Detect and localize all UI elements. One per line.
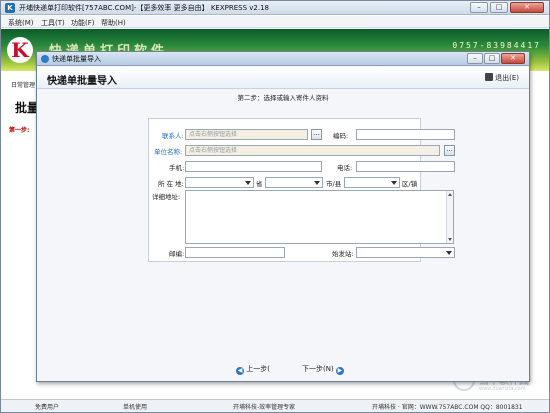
contact-picker-button[interactable]: … <box>311 129 322 140</box>
menu-function[interactable]: 功能(F) <box>71 18 95 28</box>
step-label: 第二步：选择或输入寄件人资料 <box>237 94 329 102</box>
origin-select[interactable] <box>356 247 455 258</box>
close-icon: ✕ <box>524 3 530 11</box>
mobile-input[interactable] <box>185 161 322 172</box>
minimize-button[interactable]: – <box>470 2 488 13</box>
contact-label: 联系人: <box>162 132 184 140</box>
ellipsis-icon: … <box>313 129 320 137</box>
dialog-minimize-button[interactable]: – <box>467 53 483 64</box>
bg-tab-daily[interactable]: 日常管理 <box>11 80 35 89</box>
postcode-label: 邮编: <box>169 250 185 258</box>
status-user: 免费用户 <box>35 404 60 411</box>
ellipsis-icon: … <box>446 145 453 153</box>
code-label: 编码: <box>333 132 349 140</box>
close-icon: ✕ <box>510 54 516 62</box>
exit-button[interactable]: 退出(E) <box>485 73 519 83</box>
dropdown-arrow-icon <box>391 181 397 185</box>
phone-label: 电话: <box>337 164 353 172</box>
bg-step-one: 第一步: <box>9 127 30 134</box>
arrow-left-icon: ◀ <box>236 367 244 375</box>
dialog-titlebar: 快递单批量导入 – □ ✕ <box>37 52 529 66</box>
dropdown-arrow-icon <box>245 181 251 185</box>
dialog-close-button[interactable]: ✕ <box>501 53 525 64</box>
district-unit: 区/镇 <box>402 180 418 188</box>
code-input[interactable] <box>356 129 455 140</box>
dialog-title: 快递单批量导入 <box>52 55 101 63</box>
scroll-down-icon[interactable] <box>448 238 452 241</box>
city-select[interactable] <box>265 177 323 188</box>
scroll-up-icon[interactable] <box>448 193 452 196</box>
dialog-heading: 快递单批量导入 <box>47 76 117 87</box>
exit-icon <box>485 73 494 81</box>
maximize-button[interactable]: □ <box>490 2 508 13</box>
address-textarea[interactable] <box>185 190 454 244</box>
prev-label: 上一步( <box>246 365 270 373</box>
status-tagline: 开埔科技-效率管理专家 <box>233 404 296 411</box>
menu-bar: 系统(M) 工具(T) 功能(F) 帮助(H) <box>1 16 549 28</box>
location-label: 所 在 地: <box>158 180 184 188</box>
watermark-sub: www.downxia.com <box>479 386 526 392</box>
close-button[interactable]: ✕ <box>510 2 544 13</box>
menu-help[interactable]: 帮助(H) <box>101 18 126 28</box>
next-button[interactable]: 下一步(N) ▶ <box>302 364 344 375</box>
menu-tools[interactable]: 工具(T) <box>41 18 65 28</box>
dialog-header: 快递单批量导入 退出(E) <box>37 67 529 89</box>
logo: K <box>7 37 33 63</box>
mobile-label: 手机: <box>169 164 185 172</box>
exit-label: 退出(E) <box>495 74 519 82</box>
contact-input[interactable]: 点击右侧按钮选择 <box>185 129 308 140</box>
province-select[interactable] <box>185 177 254 188</box>
company-input[interactable]: 点击右侧按钮选择 <box>185 145 440 156</box>
dialog-maximize-button[interactable]: □ <box>484 53 500 64</box>
maximize-icon: □ <box>488 54 496 62</box>
address-label: 详细地址: <box>152 193 181 201</box>
sender-form: 联系人: 点击右侧按钮选择 … 编码: 单位名称: 点击右侧按钮选择 … 手机:… <box>148 118 455 262</box>
arrow-right-icon: ▶ <box>335 367 344 375</box>
status-mode: 单机使用 <box>123 404 148 411</box>
district-select[interactable] <box>344 177 400 188</box>
maximize-icon: □ <box>495 3 503 11</box>
company-picker-button[interactable]: … <box>444 145 455 156</box>
status-bar: 免费用户 单机使用 开埔科技-效率管理专家 开埔科技 · 官网：WWW.757A… <box>1 399 549 412</box>
phone-input[interactable] <box>356 161 455 172</box>
app-icon: K <box>5 3 15 13</box>
minimize-icon: – <box>477 3 481 11</box>
dropdown-arrow-icon <box>314 181 320 185</box>
status-contact: 开埔科技 · 官网：WWW.757ABC.COM QQ：8001831 <box>372 404 523 411</box>
postcode-input[interactable] <box>185 247 285 258</box>
minimize-icon: – <box>473 54 477 62</box>
banner-phone: 0757-83984417 <box>452 41 541 50</box>
menu-system[interactable]: 系统(M) <box>8 18 34 28</box>
main-titlebar: K 开埔快递单打印软件[757ABC.COM]-【更多效率 更多自由】 KEXP… <box>1 1 549 15</box>
prev-button[interactable]: ◀ 上一步( <box>236 364 270 375</box>
address-scrollbar[interactable] <box>446 191 453 243</box>
city-unit: 市/县 <box>326 180 342 188</box>
dialog-app-icon <box>41 55 49 63</box>
province-unit: 省 <box>256 180 263 188</box>
company-label: 单位名称: <box>154 148 183 156</box>
origin-label: 始发站: <box>332 250 354 258</box>
window-title: 开埔快递单打印软件[757ABC.COM]-【更多效率 更多自由】 KEXPRE… <box>19 4 269 12</box>
dropdown-arrow-icon <box>446 251 452 255</box>
next-label: 下一步(N) <box>302 365 334 373</box>
import-dialog: 快递单批量导入 – □ ✕ 快递单批量导入 退出(E) 第二步：选择或输入寄件人… <box>36 51 530 382</box>
